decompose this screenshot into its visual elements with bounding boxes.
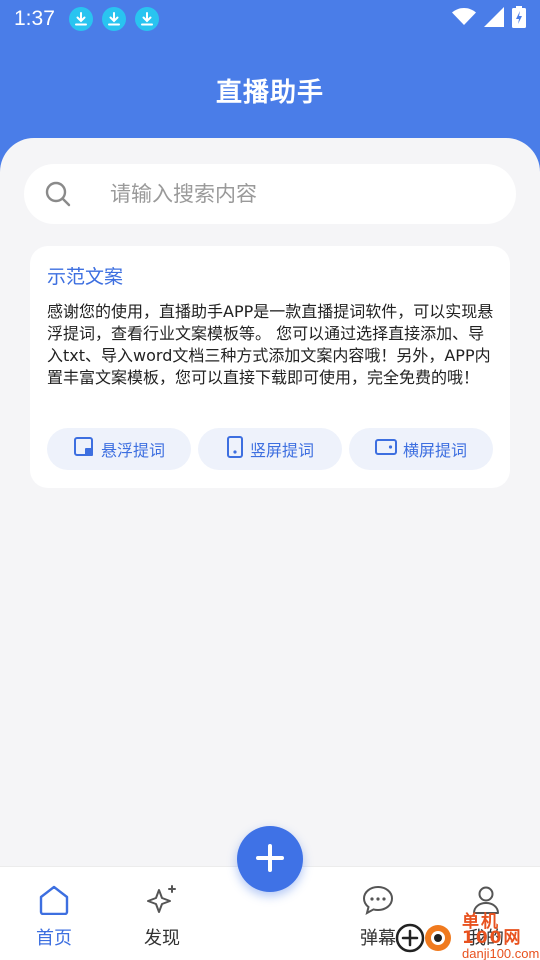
landscape-screen-icon — [374, 438, 397, 460]
signal-icon — [484, 7, 504, 31]
tab-home[interactable]: 首页 — [14, 885, 94, 951]
status-bar: 1:37 — [0, 0, 540, 38]
add-script-button[interactable] — [237, 826, 303, 892]
home-icon — [38, 885, 70, 920]
download-icon — [134, 7, 159, 31]
tab-label: 发现 — [144, 928, 180, 949]
page-title: 直播助手 — [215, 78, 324, 108]
status-right-icons — [452, 6, 526, 32]
card-title: 示范文案 — [47, 266, 124, 288]
button-label: 悬浮提词 — [100, 441, 165, 460]
sample-script-card[interactable]: 示范文案 感谢您的使用，直播助手APP是一款直播提词软件，可以实现悬浮提词，查看… — [30, 246, 510, 488]
portrait-screen-icon — [226, 436, 244, 462]
float-prompt-button[interactable]: 悬浮提词 — [47, 428, 191, 470]
download-icon — [68, 7, 93, 31]
button-label: 竖屏提词 — [249, 441, 314, 460]
chat-bubble-icon — [362, 885, 394, 920]
content-area: 示范文案 感谢您的使用，直播助手APP是一款直播提词软件，可以实现悬浮提词，查看… — [0, 138, 540, 868]
landscape-prompt-button[interactable]: 横屏提词 — [349, 428, 493, 470]
search-bar[interactable] — [24, 164, 516, 224]
wifi-icon — [452, 8, 476, 30]
watermark-text: 单机100网 danji100.com — [462, 914, 540, 960]
status-time: 1:37 — [14, 7, 55, 30]
tab-label: 弹幕 — [360, 928, 396, 949]
button-label: 横屏提词 — [402, 441, 467, 460]
search-input[interactable] — [110, 164, 500, 224]
card-description: 感谢您的使用，直播助手APP是一款直播提词软件，可以实现悬浮提词，查看行业文案模… — [47, 302, 494, 387]
battery-charging-icon — [512, 6, 526, 32]
tab-label: 首页 — [36, 928, 72, 949]
plus-icon — [255, 843, 285, 876]
watermark-logo — [394, 916, 458, 960]
sparkle-icon — [146, 885, 178, 920]
watermark-line1: 单机100网 — [462, 912, 523, 948]
tab-discover[interactable]: 发现 — [122, 885, 202, 951]
notification-icons — [68, 7, 159, 31]
watermark-line2: danji100.com — [462, 946, 540, 960]
download-icon — [101, 7, 126, 31]
float-window-icon — [73, 436, 95, 462]
watermark: 单机100网 danji100.com — [394, 914, 540, 960]
portrait-prompt-button[interactable]: 竖屏提词 — [198, 428, 342, 470]
search-icon — [44, 180, 72, 212]
